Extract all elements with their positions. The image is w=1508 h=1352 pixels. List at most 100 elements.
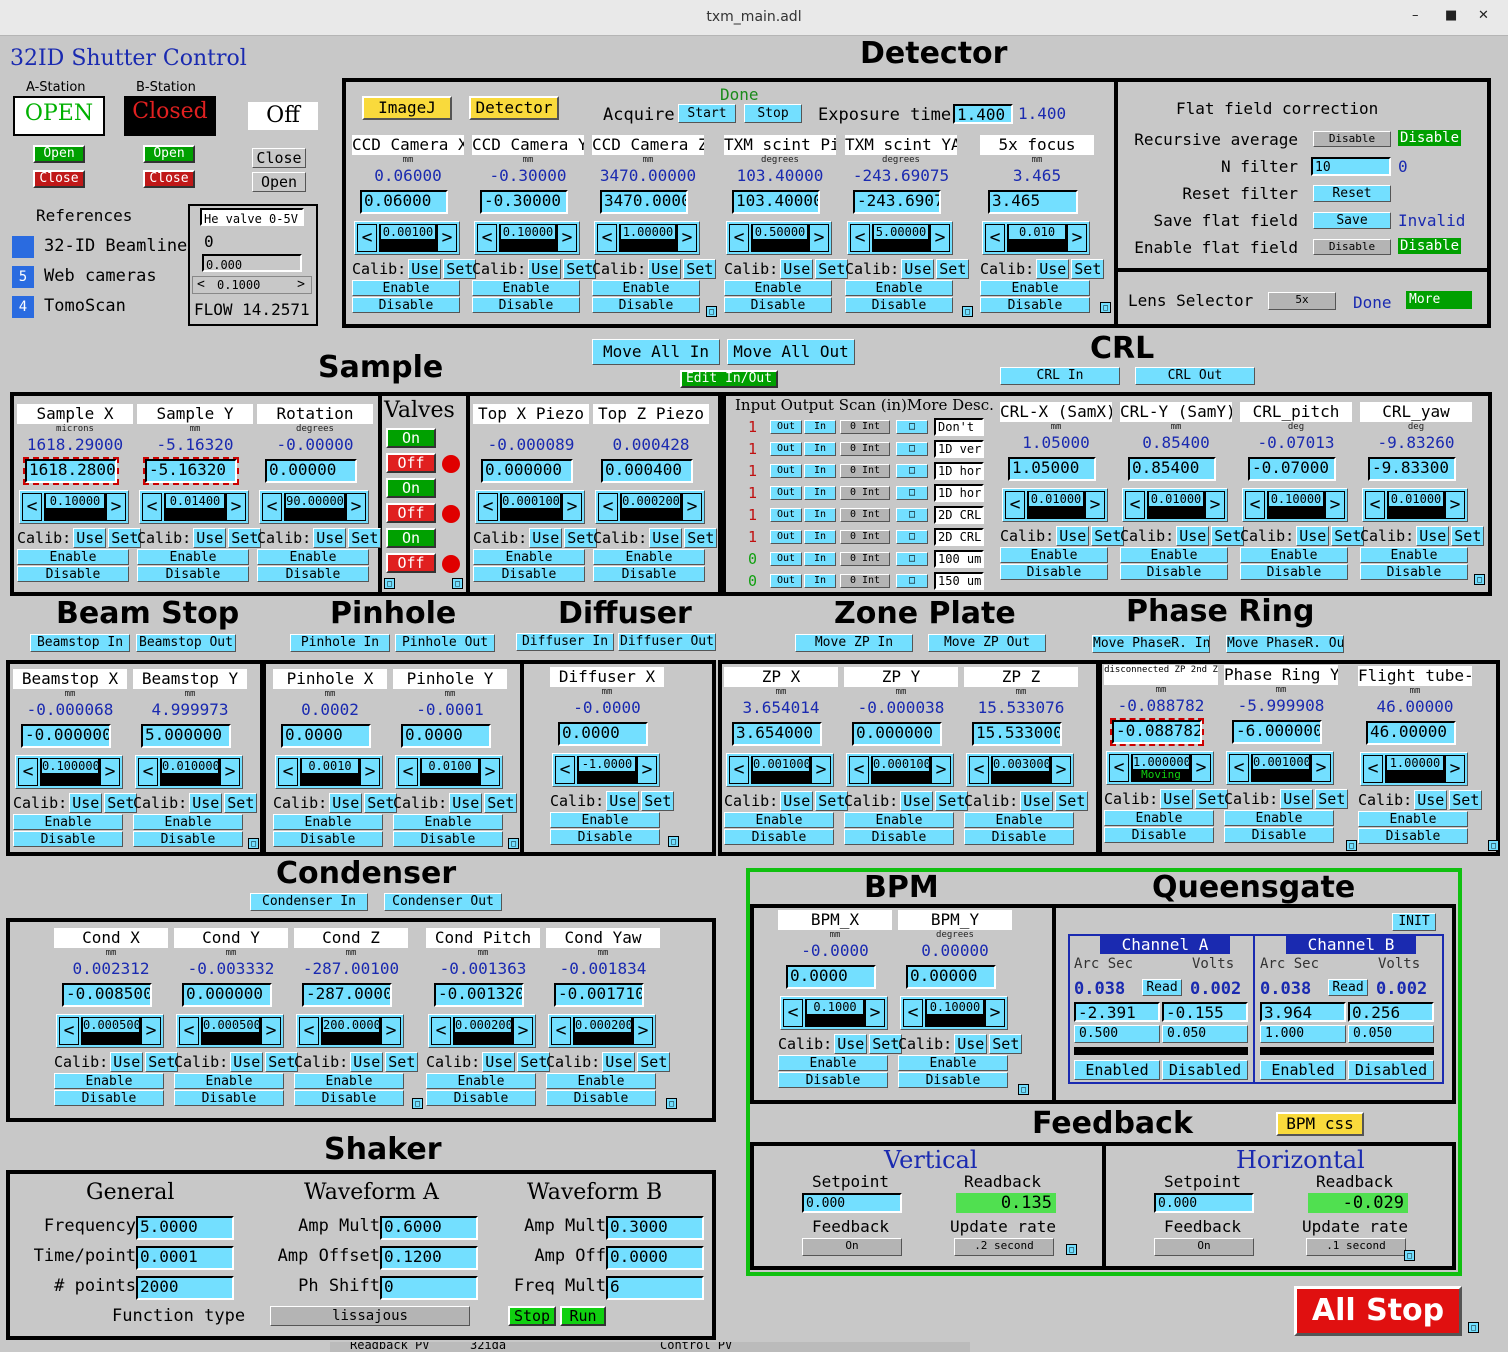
tweak-step[interactable]: 0.00100 [379, 224, 437, 252]
tweak-step[interactable]: 0.000100 [500, 493, 562, 521]
update-rate-menu[interactable]: .1 second [1306, 1238, 1406, 1256]
calib-use-button[interactable]: Use [834, 1034, 868, 1054]
bpm-motor-1-tweak[interactable]: <0.10000 > [900, 996, 1008, 1030]
row3-motor-1-setpoint-input[interactable]: 5.000000 [141, 724, 231, 748]
diffuser-out-button[interactable]: Diffuser Out [618, 633, 716, 651]
disabled-button[interactable]: Disabled [1348, 1060, 1434, 1080]
row3-motor-2-tweak[interactable]: <0.0010 > [275, 755, 383, 789]
sample-motor-3-enable-button[interactable]: Enable [473, 549, 585, 565]
calib-set-button[interactable]: Set [815, 259, 849, 279]
he-valve-step[interactable]: < 0.1000 > [192, 276, 312, 294]
volts-step[interactable]: 0.050 [1162, 1025, 1248, 1043]
crl-motor-0-enable-button[interactable]: Enable [1000, 547, 1108, 563]
row3-motor-0-disable-button[interactable]: Disable [13, 831, 123, 847]
calib-use-button[interactable]: Use [529, 528, 563, 548]
sample-motor-1-disable-button[interactable]: Disable [137, 566, 249, 582]
tweak-step-value[interactable]: 0.010 [1009, 225, 1065, 239]
move-zp-out-button[interactable]: Move ZP Out [928, 634, 1046, 652]
sample-motor-3-disable-button[interactable]: Disable [473, 566, 585, 582]
calib-use-button[interactable]: Use [73, 528, 107, 548]
left-arrow-icon[interactable]: < [849, 756, 869, 784]
flatfield-button[interactable]: Save [1313, 212, 1391, 229]
valve-on-button[interactable]: On [386, 478, 436, 498]
calib-use-button[interactable]: Use [408, 259, 442, 279]
crl-motor-1-tweak[interactable]: <0.01000 > [1122, 488, 1228, 522]
left-arrow-icon[interactable]: < [278, 758, 298, 786]
left-arrow-icon[interactable]: < [598, 493, 618, 521]
det-motor-5-disable-button[interactable]: Disable [980, 297, 1090, 313]
shaker-stop-button[interactable]: Stop [508, 1306, 556, 1326]
calib-set-button[interactable]: Set [936, 259, 970, 279]
crl-in-button[interactable]: In [804, 442, 836, 456]
det-motor-5-tweak[interactable]: <0.010 > [982, 221, 1090, 255]
right-arrow-icon[interactable]: > [226, 493, 246, 521]
tweak-step[interactable]: 1.00000 [619, 224, 677, 252]
b-close-button[interactable]: Close [143, 170, 195, 188]
left-arrow-icon[interactable]: < [59, 1017, 79, 1045]
left-arrow-icon[interactable]: < [197, 277, 205, 292]
row3-motor-6-disable-button[interactable]: Disable [844, 829, 954, 845]
related-display-icon[interactable]: □ [412, 1098, 423, 1109]
shaker-b-fm-input[interactable]: 6 [606, 1276, 704, 1300]
valve-on-button[interactable]: On [386, 528, 436, 548]
det-motor-2-disable-button[interactable]: Disable [592, 297, 700, 313]
related-display-icon[interactable]: □ [1404, 1250, 1415, 1261]
calib-use-button[interactable]: Use [900, 791, 934, 811]
cond-motor-3-setpoint-input[interactable]: -0.001320 [434, 983, 524, 1007]
cond-motor-0-enable-button[interactable]: Enable [54, 1073, 164, 1089]
tweak-step-value[interactable]: 0.000500 [203, 1018, 259, 1032]
crl-scan-menu[interactable]: 0 Int [840, 464, 890, 478]
reference-link[interactable]: TomoScan [44, 296, 126, 316]
crl-motor-1-disable-button[interactable]: Disable [1120, 564, 1228, 580]
calib-use-button[interactable]: Use [602, 1052, 636, 1072]
beamstop-out-button[interactable]: Beamstop Out [136, 634, 236, 652]
related-display-icon[interactable]: □ [1346, 840, 1357, 851]
lens-selector-menu[interactable]: 5x [1268, 292, 1336, 310]
row3-motor-7-tweak[interactable]: <0.003000 > [966, 753, 1074, 787]
tweak-step-value[interactable]: 0.50000 [753, 225, 807, 239]
tweak-step[interactable]: 0.010000 [160, 758, 220, 786]
crl-motor-0-tweak[interactable]: <0.01000 > [1002, 488, 1108, 522]
cond-motor-0-tweak[interactable]: <0.000500 > [56, 1014, 164, 1048]
calib-use-button[interactable]: Use [1020, 791, 1054, 811]
flatfield-menu[interactable]: Disable [1313, 239, 1391, 255]
diffuser-in-button[interactable]: Diffuser In [516, 633, 614, 651]
left-arrow-icon[interactable]: < [138, 758, 158, 786]
cond-motor-0-disable-button[interactable]: Disable [54, 1090, 164, 1106]
right-arrow-icon[interactable]: > [1085, 491, 1105, 519]
crl-out-button[interactable]: Out [770, 486, 802, 500]
beamstop-in-button[interactable]: Beamstop In [30, 634, 130, 652]
left-arrow-icon[interactable]: < [477, 224, 497, 252]
tweak-step[interactable]: 0.100000 [40, 758, 100, 786]
sample-motor-0-tweak[interactable]: <0.10000 > [19, 490, 129, 524]
tweak-step[interactable]: 0.000200 [573, 1017, 633, 1045]
left-arrow-icon[interactable]: < [431, 1017, 451, 1045]
bpm-motor-1-enable-button[interactable]: Enable [898, 1055, 1008, 1071]
crl-in-button[interactable]: In [804, 508, 836, 522]
right-arrow-icon[interactable]: > [220, 758, 240, 786]
right-arrow-icon[interactable]: > [811, 756, 831, 784]
left-arrow-icon[interactable]: < [729, 756, 749, 784]
crl-more-button[interactable]: □ [896, 486, 928, 500]
right-arrow-icon[interactable]: > [682, 493, 702, 521]
shaker-tp-input[interactable]: 0.0001 [136, 1246, 234, 1270]
feedback-menu[interactable]: On [1154, 1238, 1254, 1256]
reference-icon[interactable]: 4 [12, 296, 34, 318]
reference-link[interactable]: Web cameras [44, 266, 157, 286]
related-display-icon[interactable]: □ [706, 306, 717, 317]
right-arrow-icon[interactable]: > [437, 224, 457, 252]
shaker-a-ph-input[interactable]: 0 [380, 1276, 478, 1300]
tweak-step[interactable]: 1.00000 [1385, 755, 1445, 783]
pinhole-in-button[interactable]: Pinhole In [290, 634, 390, 652]
left-arrow-icon[interactable]: < [850, 224, 870, 252]
bpm-motor-1-disable-button[interactable]: Disable [898, 1072, 1008, 1088]
related-display-icon[interactable]: □ [1100, 302, 1111, 313]
tweak-step[interactable]: 0.1000 [805, 999, 865, 1027]
related-display-icon[interactable]: □ [452, 578, 463, 589]
row3-motor-6-setpoint-input[interactable]: 0.000000 [852, 722, 942, 746]
left-arrow-icon[interactable]: < [142, 493, 162, 521]
cond-motor-1-setpoint-input[interactable]: 0.000000 [182, 983, 272, 1007]
right-arrow-icon[interactable]: > [633, 1017, 653, 1045]
calib-use-button[interactable]: Use [189, 793, 223, 813]
bpm-css-button[interactable]: BPM css [1276, 1112, 1364, 1136]
